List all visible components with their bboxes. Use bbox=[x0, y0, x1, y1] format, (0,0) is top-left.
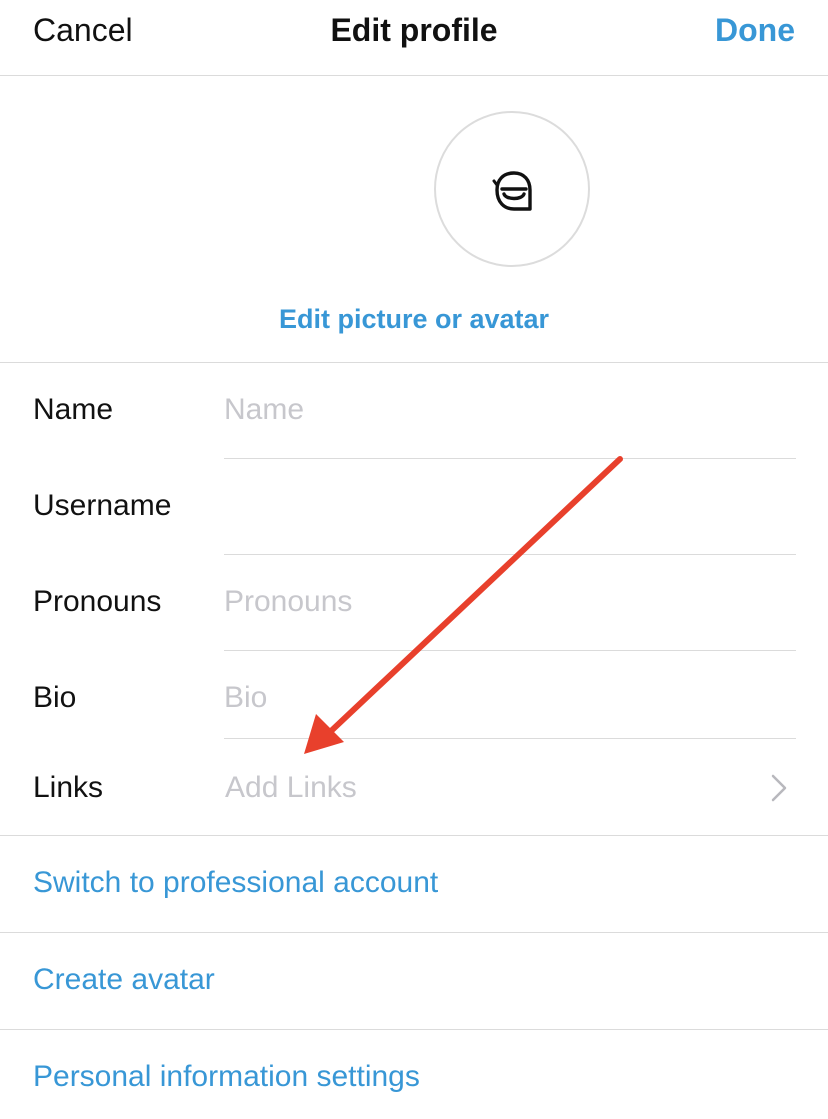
section-divider bbox=[0, 835, 828, 836]
personal-info-link[interactable]: Personal information settings bbox=[33, 1060, 420, 1094]
edit-picture-link[interactable]: Edit picture or avatar bbox=[0, 304, 828, 335]
section-divider bbox=[0, 932, 828, 933]
name-label: Name bbox=[33, 393, 114, 426]
avatar-section: Edit picture or avatar bbox=[0, 76, 828, 363]
switch-professional-link[interactable]: Switch to professional account bbox=[33, 866, 438, 900]
avatar[interactable] bbox=[434, 111, 590, 267]
top-nav-bar: Cancel Edit profile Done bbox=[0, 0, 828, 76]
chevron-right-icon bbox=[771, 774, 787, 802]
bio-row: Bio bbox=[0, 651, 828, 739]
pronouns-input[interactable] bbox=[224, 585, 784, 619]
name-input[interactable] bbox=[224, 393, 784, 427]
links-label: Links bbox=[33, 771, 104, 804]
username-row: Username bbox=[0, 459, 828, 555]
links-row[interactable]: Links Add Links bbox=[0, 739, 828, 835]
cancel-button[interactable]: Cancel bbox=[33, 12, 133, 49]
add-links-value: Add Links bbox=[225, 771, 357, 804]
bio-input[interactable] bbox=[224, 681, 784, 715]
section-divider bbox=[0, 1029, 828, 1030]
pronouns-row: Pronouns bbox=[0, 555, 828, 651]
avatar-face-icon bbox=[492, 171, 532, 211]
pronouns-label: Pronouns bbox=[33, 585, 162, 618]
username-label: Username bbox=[33, 489, 172, 522]
bio-label: Bio bbox=[33, 681, 77, 714]
name-row: Name bbox=[0, 363, 828, 459]
username-input[interactable] bbox=[224, 489, 784, 523]
create-avatar-link[interactable]: Create avatar bbox=[33, 963, 215, 997]
done-button[interactable]: Done bbox=[715, 12, 795, 49]
